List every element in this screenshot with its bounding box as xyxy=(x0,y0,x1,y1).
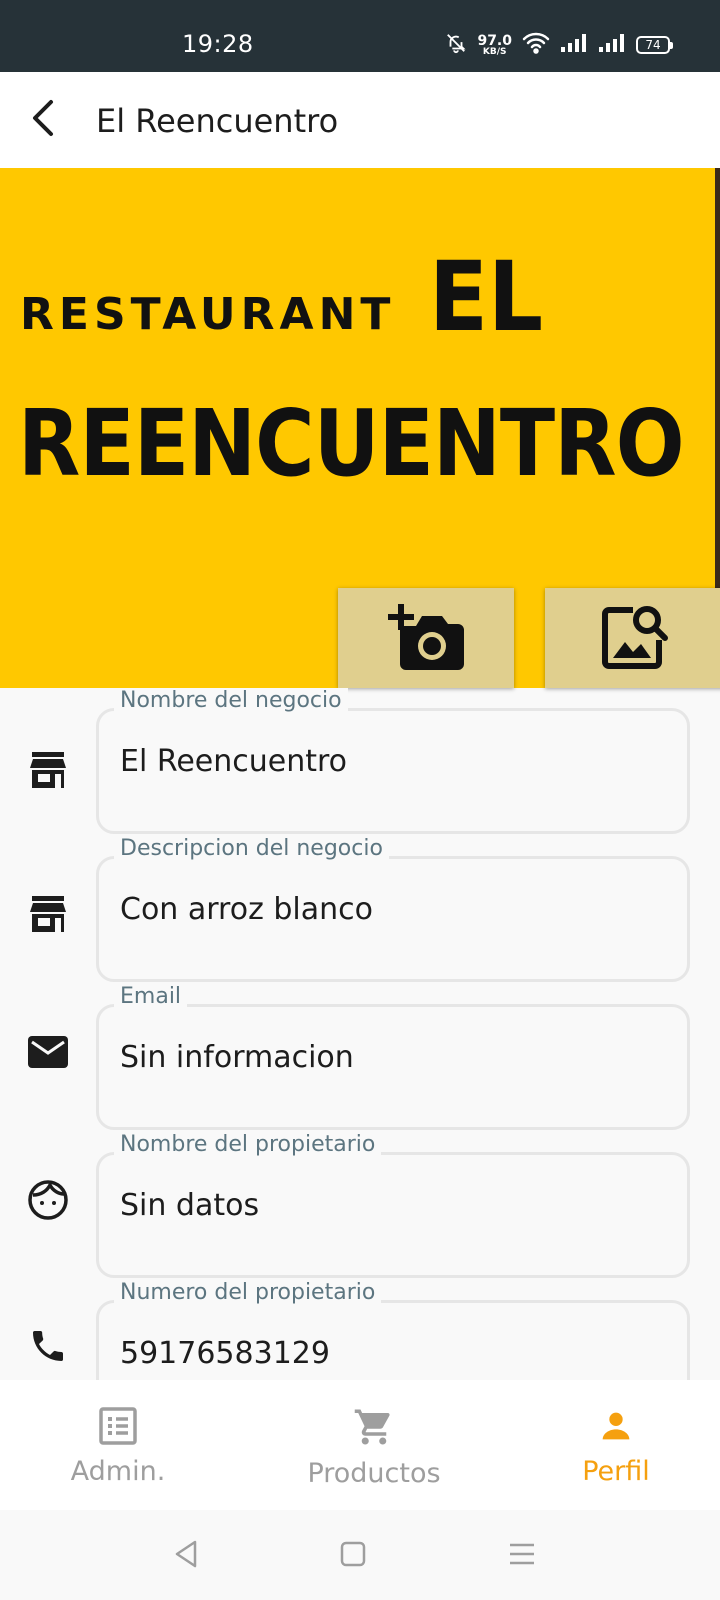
system-back-button[interactable] xyxy=(166,1536,206,1576)
nav-label-admin: Admin. xyxy=(70,1456,166,1487)
business-description-field[interactable]: Descripcion del negocio Con arroz blanco xyxy=(0,836,720,984)
business-description-value[interactable]: Con arroz blanco xyxy=(120,892,373,927)
business-name-value[interactable]: El Reencuentro xyxy=(120,744,347,779)
bell-off-icon xyxy=(445,32,467,58)
list-alt-icon xyxy=(98,1406,138,1450)
bottom-navigation: Admin. Productos Perfil xyxy=(0,1380,720,1510)
signal-icon-2 xyxy=(598,33,626,57)
business-name-label: Nombre del negocio xyxy=(114,688,348,713)
nav-item-admin[interactable]: Admin. xyxy=(18,1406,218,1487)
menu-lines-icon xyxy=(508,1542,536,1570)
owner-phone-field[interactable]: Numero del propietario 59176583129 xyxy=(0,1280,720,1380)
status-time: 19:28 xyxy=(182,30,254,58)
store-icon xyxy=(26,892,70,936)
person-icon xyxy=(596,1406,636,1450)
network-speed-unit: KB/S xyxy=(482,46,507,57)
network-speed-value: 97.0 xyxy=(477,32,512,49)
system-menu-button[interactable] xyxy=(502,1536,542,1576)
email-label: Email xyxy=(114,984,188,1009)
shopping-cart-icon xyxy=(352,1406,396,1452)
email-icon xyxy=(26,1030,70,1074)
pick-image-button[interactable] xyxy=(545,588,720,688)
owner-name-label: Nombre del propietario xyxy=(114,1132,382,1157)
banner-name-text: REENCUENTRO xyxy=(18,390,685,497)
image-search-icon xyxy=(599,600,671,676)
phone-icon xyxy=(26,1324,70,1368)
nav-label-productos: Productos xyxy=(307,1458,441,1489)
back-button[interactable] xyxy=(18,94,70,146)
wifi-icon xyxy=(522,32,550,58)
nav-label-perfil: Perfil xyxy=(582,1456,650,1487)
add-a-photo-icon xyxy=(386,600,466,676)
system-navigation-bar xyxy=(0,1510,720,1600)
business-description-label: Descripcion del negocio xyxy=(114,836,389,861)
face-icon xyxy=(26,1178,70,1222)
signal-icon xyxy=(560,33,588,57)
owner-phone-value[interactable]: 59176583129 xyxy=(120,1336,330,1371)
app-bar: El Reencuentro xyxy=(0,72,720,168)
triangle-back-icon xyxy=(173,1539,199,1573)
arrow-back-icon xyxy=(27,98,61,142)
nav-item-perfil[interactable]: Perfil xyxy=(516,1406,716,1487)
status-icons: 97.0 KB/S 74 xyxy=(445,30,673,60)
page-title: El Reencuentro xyxy=(96,102,339,140)
store-icon xyxy=(26,748,70,792)
network-speed: 97.0 KB/S xyxy=(477,34,512,57)
business-name-field[interactable]: Nombre del negocio El Reencuentro xyxy=(0,688,720,836)
system-home-button[interactable] xyxy=(333,1536,373,1576)
banner-line-1: RESTAURANT EL xyxy=(20,241,556,353)
email-value[interactable]: Sin informacion xyxy=(120,1040,354,1075)
square-home-icon xyxy=(340,1541,366,1571)
banner-restaurant-text: RESTAURANT xyxy=(20,289,396,341)
banner-el-text: EL xyxy=(429,241,544,353)
nav-item-productos[interactable]: Productos xyxy=(274,1406,474,1489)
email-field[interactable]: Email Sin informacion xyxy=(0,984,720,1132)
owner-phone-label: Numero del propietario xyxy=(114,1280,382,1305)
battery-indicator: 74 xyxy=(636,36,673,54)
owner-name-field[interactable]: Nombre del propietario Sin datos xyxy=(0,1132,720,1280)
take-photo-button[interactable] xyxy=(338,588,514,688)
owner-name-value[interactable]: Sin datos xyxy=(120,1188,259,1223)
status-bar: 19:28 97.0 KB/S 74 xyxy=(0,0,720,72)
business-profile-form: Nombre del negocio El Reencuentro Descri… xyxy=(0,688,720,1380)
